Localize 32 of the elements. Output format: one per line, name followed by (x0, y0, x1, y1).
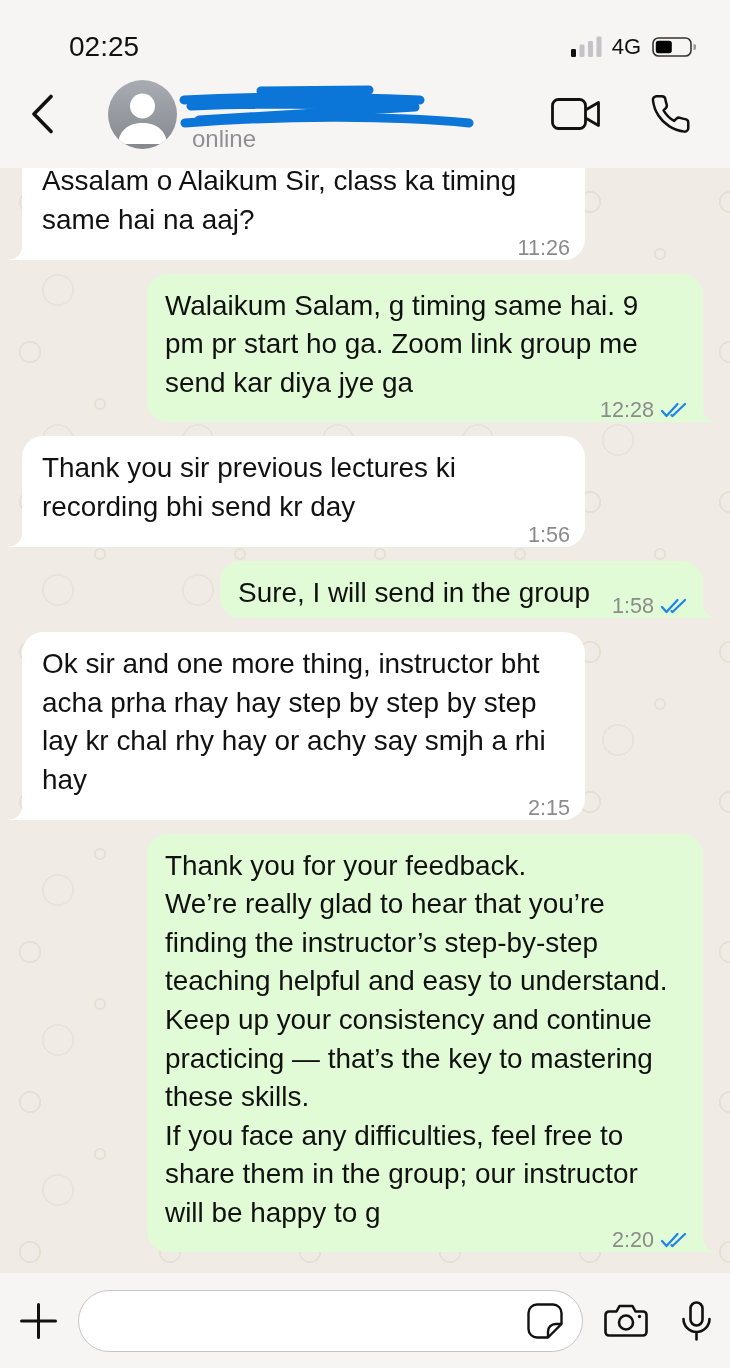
sticker-button[interactable] (526, 1302, 563, 1339)
plus-icon (19, 1302, 57, 1339)
message-text: Assalam o Alaikum Sir, class ka timing same hai na aaj? (42, 168, 518, 237)
message-time: 11:26 (517, 239, 570, 256)
message-time: 1:56 (527, 526, 570, 543)
video-camera-icon (551, 98, 601, 130)
status-time: 02:25 (69, 30, 140, 63)
signal-icon (570, 36, 602, 57)
voice-call-button[interactable] (651, 95, 690, 133)
microphone-button[interactable] (680, 1300, 712, 1341)
battery-icon (652, 36, 696, 57)
camera-icon (603, 1304, 648, 1337)
add-button[interactable] (19, 1302, 57, 1339)
network-type: 4G (611, 34, 641, 59)
message-text: Sure, I will send in the group (238, 575, 590, 610)
microphone-icon (680, 1300, 712, 1341)
chevron-left-icon (31, 94, 54, 134)
avatar-silhouette-icon (108, 79, 177, 149)
message-time: 2:20 (611, 1232, 654, 1249)
message-text: Thank you for your feedback. We’re really glad to hear that you’re finding the instructor’s step-by-step teaching helpful and easy to understand. Keep up your consistency and continue practicing — that’s the key to mastering these skills. If you face any difficulties, feel free to share them in the group; our instructor will be happy to g (165, 848, 669, 1230)
phone-icon (651, 95, 690, 133)
message-time: 2:15 (527, 799, 570, 816)
message-text: Walaikum Salam, g timing same hai. 9 pm pr start ho ga. Zoom link group me send kar diya jye ga (165, 288, 640, 400)
message-text: Thank you sir previous lectures ki recording bhi send kr day (42, 451, 457, 524)
back-button[interactable] (31, 94, 54, 134)
message-time: 1:58 (611, 598, 654, 615)
camera-button[interactable] (603, 1304, 648, 1337)
contact-status: online (192, 125, 257, 153)
message-time: 12:28 (599, 402, 654, 419)
video-call-button[interactable] (551, 98, 601, 130)
message-text: Ok sir and one more thing, instructor bht acha prha rhay hay step by step by step lay kr chal rhy hay or achy say smjh a rhi hay (42, 647, 547, 797)
sticker-icon (526, 1302, 563, 1339)
